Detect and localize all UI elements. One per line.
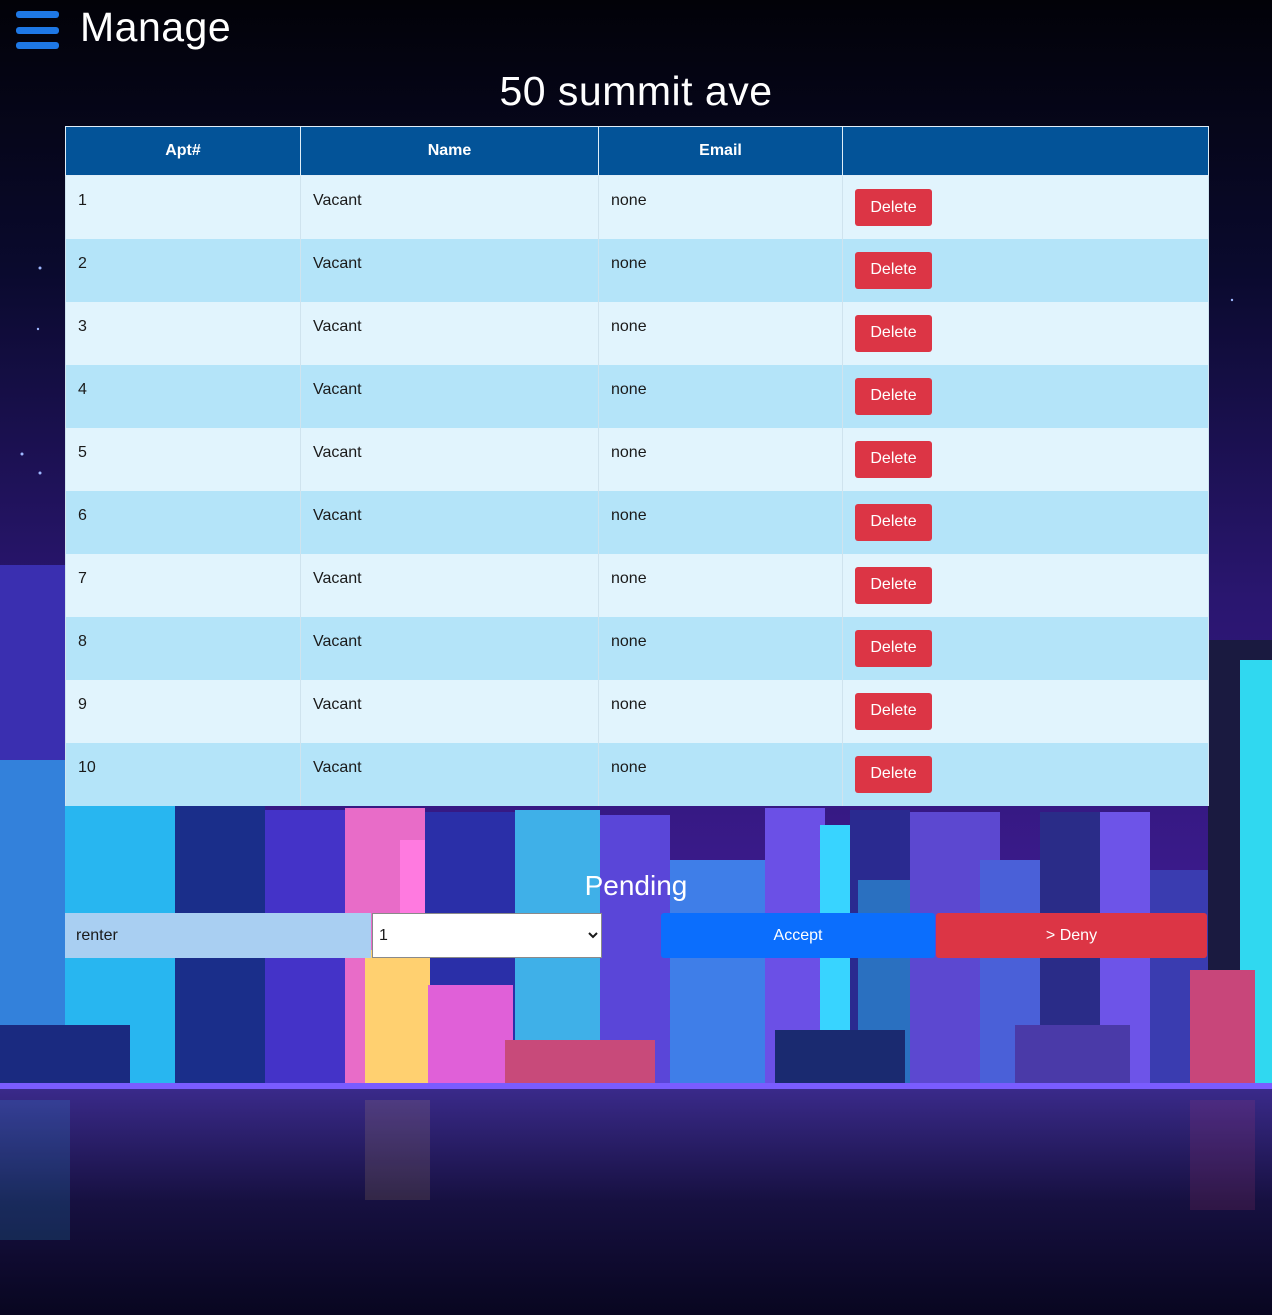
- name-cell: Vacant: [300, 175, 599, 239]
- apartments-table: Apt# Name Email 1 Vacant none Delete 2 Vacant…: [65, 126, 1209, 806]
- accept-button[interactable]: Accept: [661, 913, 935, 958]
- apt-number-cell: 8: [65, 616, 301, 680]
- delete-button[interactable]: Delete: [855, 314, 932, 352]
- delete-button[interactable]: Delete: [855, 755, 932, 793]
- actions-cell: Delete: [842, 742, 1209, 806]
- actions-cell: Delete: [842, 175, 1209, 239]
- column-header-apt: Apt#: [65, 126, 301, 176]
- actions-cell: Delete: [842, 364, 1209, 428]
- email-cell: none: [598, 175, 843, 239]
- column-header-name: Name: [300, 126, 599, 176]
- table-body: 1 Vacant none Delete 2 Vacant none Delete 3 Vacan…: [65, 175, 1209, 806]
- name-cell: Vacant: [300, 553, 599, 617]
- email-cell: none: [598, 490, 843, 554]
- apt-number-cell: 1: [65, 175, 301, 239]
- deny-button[interactable]: > Deny: [936, 913, 1207, 958]
- table-row: 3 Vacant none Delete: [65, 301, 1209, 365]
- actions-cell: Delete: [842, 301, 1209, 365]
- table-row: 2 Vacant none Delete: [65, 238, 1209, 302]
- table-row: 8 Vacant none Delete: [65, 616, 1209, 680]
- email-cell: none: [598, 364, 843, 428]
- name-cell: Vacant: [300, 679, 599, 743]
- email-cell: none: [598, 427, 843, 491]
- table-row: 9 Vacant none Delete: [65, 679, 1209, 743]
- apartment-select[interactable]: 1: [372, 913, 602, 958]
- apt-number-cell: 2: [65, 238, 301, 302]
- actions-cell: Delete: [842, 238, 1209, 302]
- apt-number-cell: 10: [65, 742, 301, 806]
- pending-title: Pending: [584, 870, 688, 901]
- delete-button[interactable]: Delete: [855, 377, 932, 415]
- email-cell: none: [598, 616, 843, 680]
- table-row: 6 Vacant none Delete: [65, 490, 1209, 554]
- actions-cell: Delete: [842, 616, 1209, 680]
- actions-cell: Delete: [842, 679, 1209, 743]
- name-cell: Vacant: [300, 616, 599, 680]
- column-header-actions: [842, 126, 1209, 176]
- delete-button[interactable]: Delete: [855, 440, 932, 478]
- name-cell: Vacant: [300, 301, 599, 365]
- name-cell: Vacant: [300, 427, 599, 491]
- email-cell: none: [598, 553, 843, 617]
- apt-number-cell: 7: [65, 553, 301, 617]
- hamburger-menu-icon[interactable]: [16, 11, 59, 49]
- actions-cell: Delete: [842, 490, 1209, 554]
- table-row: 10 Vacant none Delete: [65, 742, 1209, 806]
- email-cell: none: [598, 742, 843, 806]
- delete-button[interactable]: Delete: [855, 189, 932, 226]
- name-cell: Vacant: [300, 490, 599, 554]
- delete-button[interactable]: Delete: [855, 503, 932, 541]
- building-title: 50 summit ave: [499, 68, 773, 114]
- table-row: 7 Vacant none Delete: [65, 553, 1209, 617]
- delete-button[interactable]: Delete: [855, 251, 932, 289]
- name-cell: Vacant: [300, 364, 599, 428]
- email-cell: none: [598, 679, 843, 743]
- email-cell: none: [598, 301, 843, 365]
- apt-number-cell: 4: [65, 364, 301, 428]
- column-header-email: Email: [598, 126, 843, 176]
- page-title: Manage: [80, 4, 232, 50]
- table-row: 1 Vacant none Delete: [65, 175, 1209, 239]
- apt-number-cell: 6: [65, 490, 301, 554]
- actions-cell: Delete: [842, 553, 1209, 617]
- table-row: 5 Vacant none Delete: [65, 427, 1209, 491]
- name-cell: Vacant: [300, 238, 599, 302]
- apt-number-cell: 5: [65, 427, 301, 491]
- table-row: 4 Vacant none Delete: [65, 364, 1209, 428]
- apt-number-cell: 3: [65, 301, 301, 365]
- name-cell: Vacant: [300, 742, 599, 806]
- actions-cell: Delete: [842, 427, 1209, 491]
- renter-input[interactable]: [65, 913, 371, 958]
- apt-number-cell: 9: [65, 679, 301, 743]
- table-header-row: Apt# Name Email: [65, 126, 1209, 176]
- delete-button[interactable]: Delete: [855, 629, 932, 667]
- email-cell: none: [598, 238, 843, 302]
- delete-button[interactable]: Delete: [855, 692, 932, 730]
- delete-button[interactable]: Delete: [855, 566, 932, 604]
